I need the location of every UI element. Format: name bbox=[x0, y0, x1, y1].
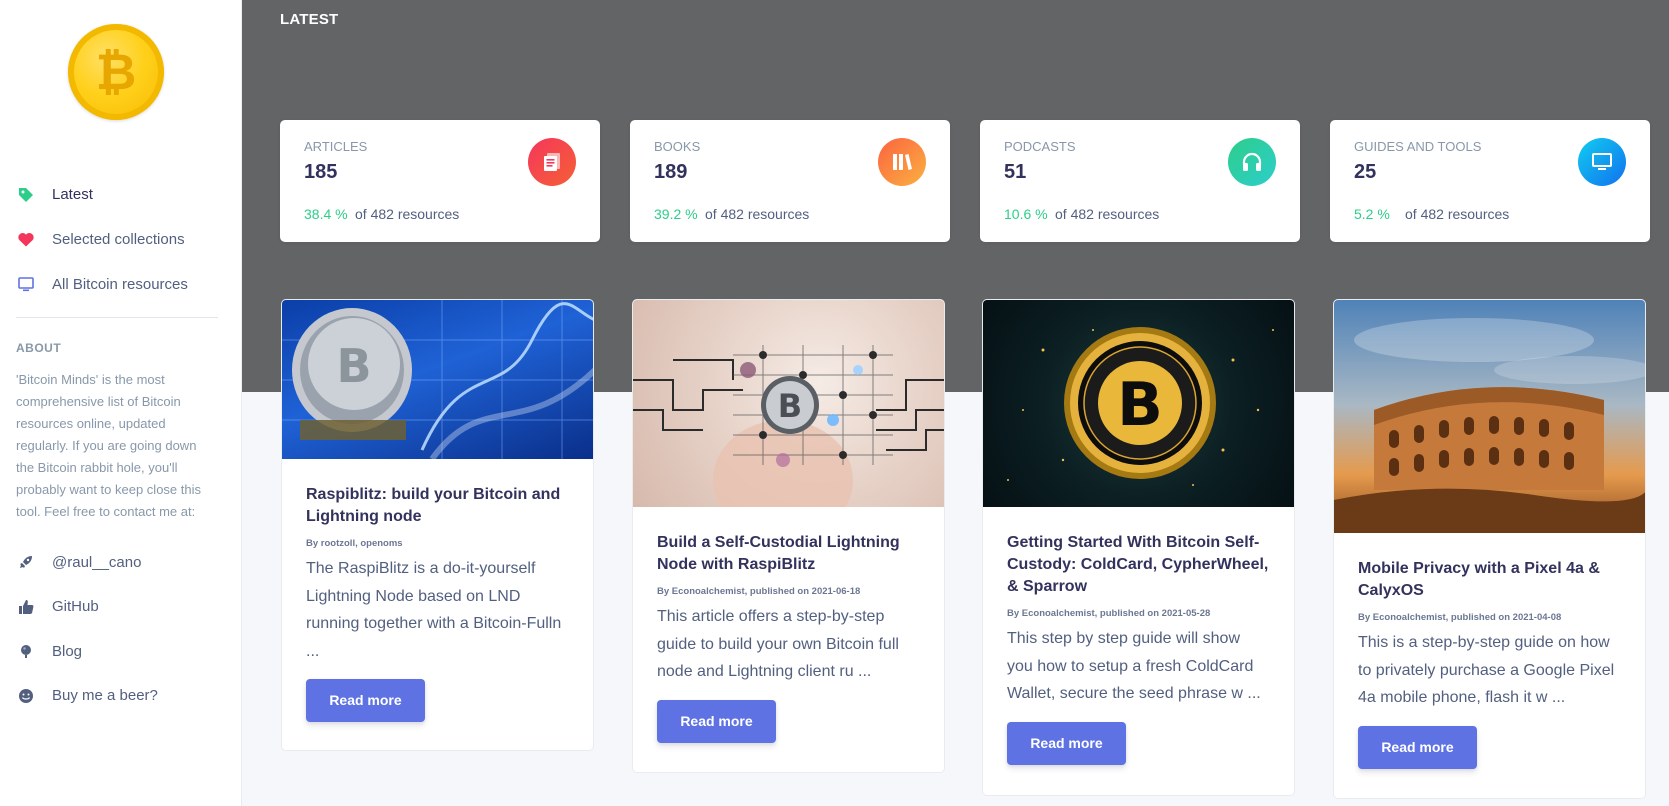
rocket-icon bbox=[16, 552, 36, 572]
sidebar-link-label: Buy me a beer? bbox=[52, 687, 158, 705]
article-image[interactable]: B bbox=[282, 300, 593, 459]
sidebar-link-twitter[interactable]: @raul__cano bbox=[0, 540, 242, 585]
smiley-icon bbox=[16, 686, 36, 706]
article-description: This is a step-by-step guide on how to p… bbox=[1358, 634, 1615, 706]
stat-card-articles[interactable]: ARTICLES 185 38.4 % of 482 resources bbox=[280, 120, 600, 242]
monitor-icon bbox=[16, 275, 36, 295]
sidebar-link-buy-me-a-beer[interactable]: Buy me a beer? bbox=[0, 674, 242, 719]
sidebar-link-label: GitHub bbox=[52, 598, 99, 616]
headphones-icon bbox=[1228, 138, 1276, 186]
sidebar-item-label: All Bitcoin resources bbox=[52, 276, 188, 293]
article-image[interactable] bbox=[1334, 300, 1645, 533]
sidebar-link-github[interactable]: GitHub bbox=[0, 585, 242, 630]
article-byline: By Econoalchemist, published on 2021-06-… bbox=[657, 586, 861, 597]
stat-name: ARTICLES bbox=[304, 139, 368, 154]
sidebar: ₿ Latest Selected collections All Bitcoi… bbox=[0, 0, 242, 806]
stat-count: 189 bbox=[654, 161, 688, 183]
stat-card-podcasts[interactable]: PODCASTS 51 10.6 % of 482 resources bbox=[980, 120, 1300, 242]
article-icon bbox=[528, 138, 576, 186]
article-title[interactable]: Mobile Privacy with a Pixel 4a & CalyxOS bbox=[1358, 558, 1621, 602]
planet-icon bbox=[16, 641, 36, 661]
article-title[interactable]: Getting Started With Bitcoin Self-Custod… bbox=[1007, 532, 1270, 598]
article-byline: By rootzoll, openoms bbox=[306, 538, 403, 549]
article-description: This article offers a step-by-step guide… bbox=[657, 608, 899, 680]
sidebar-item-latest[interactable]: Latest bbox=[0, 172, 242, 217]
article-card: B Getting Started With Bitcoin Self-Cust… bbox=[982, 299, 1295, 796]
article-description: This step by step guide will show you ho… bbox=[1007, 630, 1261, 702]
stat-count: 185 bbox=[304, 161, 338, 183]
stat-of-total: of 482 resources bbox=[1405, 206, 1510, 222]
bitcoin-symbol: ₿ bbox=[95, 43, 137, 101]
bitcoin-logo[interactable]: ₿ bbox=[68, 24, 164, 120]
article-title[interactable]: Build a Self-Custodial Lightning Node wi… bbox=[657, 532, 920, 576]
sidebar-nav: Latest Selected collections All Bitcoin … bbox=[0, 172, 242, 307]
article-title[interactable]: Raspiblitz: build your Bitcoin and Light… bbox=[306, 484, 569, 528]
sidebar-link-label: @raul__cano bbox=[52, 553, 142, 571]
article-image[interactable]: B bbox=[983, 300, 1294, 507]
article-byline: By Econoalchemist, published on 2021-04-… bbox=[1358, 612, 1562, 623]
sidebar-divider bbox=[16, 317, 218, 318]
stat-count: 25 bbox=[1354, 161, 1377, 183]
stat-percent: 5.2 % bbox=[1354, 206, 1390, 222]
sidebar-item-label: Latest bbox=[52, 186, 93, 203]
read-more-button[interactable]: Read more bbox=[1007, 721, 1126, 765]
page-title: LATEST bbox=[280, 11, 339, 28]
read-more-button[interactable]: Read more bbox=[1358, 725, 1477, 769]
svg-text:B: B bbox=[336, 339, 371, 393]
stat-of-total: of 482 resources bbox=[1055, 206, 1160, 222]
article-card: Mobile Privacy with a Pixel 4a & CalyxOS… bbox=[1333, 299, 1646, 799]
social-links: @raul__cano GitHub Blog Buy me a beer? bbox=[0, 540, 242, 718]
article-description: The RaspiBlitz is a do-it-yourself Light… bbox=[306, 560, 562, 660]
article-image[interactable]: B bbox=[633, 300, 944, 507]
about-heading: ABOUT bbox=[16, 341, 62, 355]
stat-card-books[interactable]: BOOKS 189 39.2 % of 482 resources bbox=[630, 120, 950, 242]
sidebar-item-all-bitcoin-resources[interactable]: All Bitcoin resources bbox=[0, 262, 242, 307]
stat-percent: 38.4 % bbox=[304, 206, 348, 222]
article-card: B Raspiblitz: build your Bitcoin and Lig… bbox=[281, 299, 594, 751]
article-card: B Build a Self-Custodial Lightning Node … bbox=[632, 299, 945, 773]
about-text: 'Bitcoin Minds' is the most comprehensiv… bbox=[16, 372, 201, 519]
stat-card-guides-and-tools[interactable]: GUIDES AND TOOLS 25 5.2 % of 482 resourc… bbox=[1330, 120, 1650, 242]
stat-name: BOOKS bbox=[654, 139, 701, 154]
sidebar-link-blog[interactable]: Blog bbox=[0, 629, 242, 674]
article-byline: By Econoalchemist, published on 2021-05-… bbox=[1007, 608, 1211, 619]
stat-of-total: of 482 resources bbox=[355, 206, 460, 222]
sidebar-link-label: Blog bbox=[52, 642, 83, 660]
books-icon bbox=[878, 138, 926, 186]
sidebar-item-label: Selected collections bbox=[52, 231, 185, 248]
sidebar-item-selected-collections[interactable]: Selected collections bbox=[0, 217, 242, 262]
monitor-icon bbox=[1578, 138, 1626, 186]
stat-percent: 39.2 % bbox=[654, 206, 698, 222]
heart-icon bbox=[16, 230, 36, 250]
svg-text:B: B bbox=[1117, 370, 1163, 440]
stat-of-total: of 482 resources bbox=[705, 206, 810, 222]
tag-icon bbox=[16, 185, 36, 205]
stat-percent: 10.6 % bbox=[1004, 206, 1048, 222]
stat-name: GUIDES AND TOOLS bbox=[1354, 139, 1482, 154]
stat-count: 51 bbox=[1004, 161, 1027, 183]
stat-name: PODCASTS bbox=[1004, 139, 1076, 154]
svg-text:B: B bbox=[778, 387, 802, 425]
read-more-button[interactable]: Read more bbox=[657, 699, 776, 743]
thumbs-up-icon bbox=[16, 597, 36, 617]
read-more-button[interactable]: Read more bbox=[306, 679, 425, 722]
